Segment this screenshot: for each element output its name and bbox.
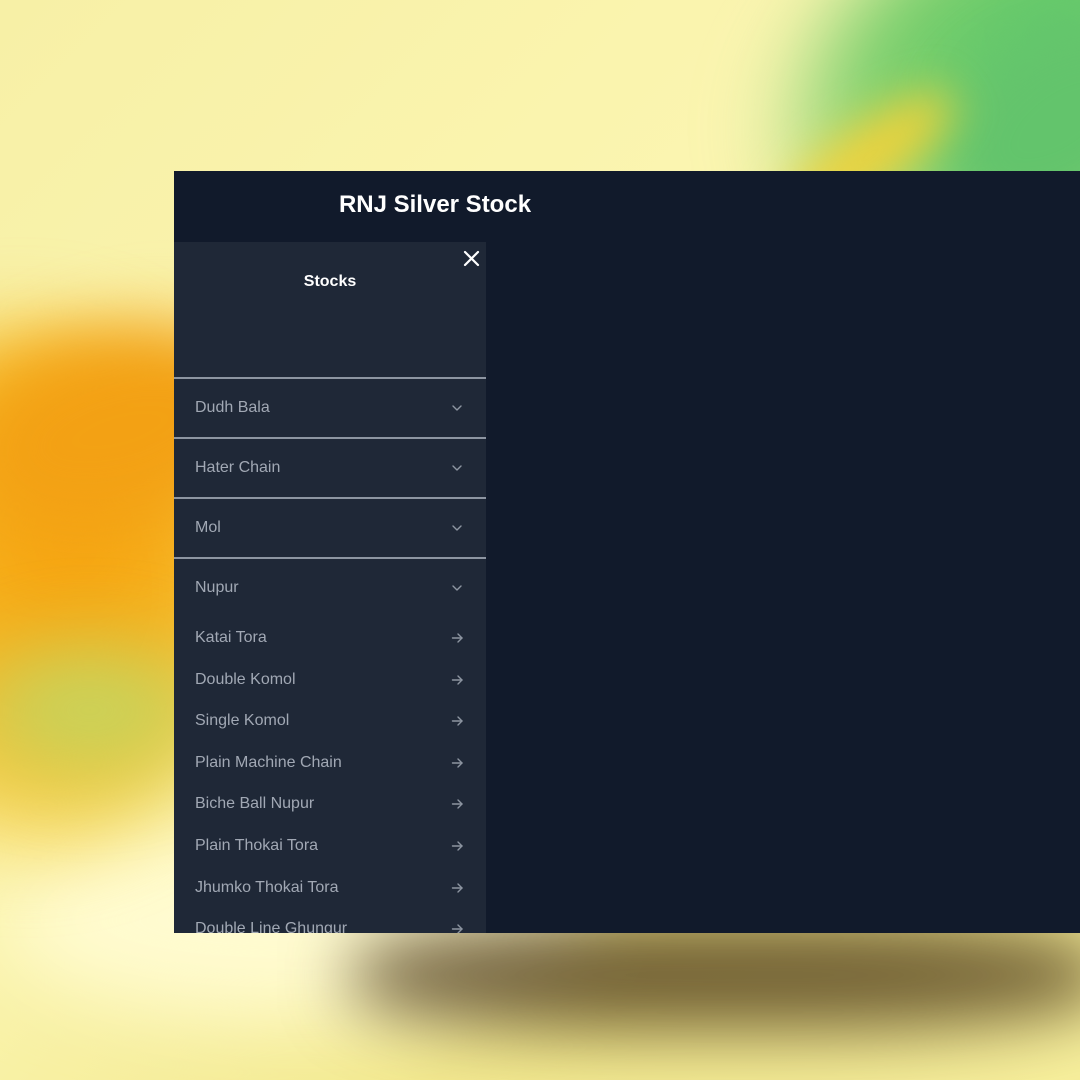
close-button[interactable] bbox=[459, 246, 483, 270]
sidebar-item-label: Katai Tora bbox=[195, 629, 267, 646]
sidebar-item-label: Plain Machine Chain bbox=[195, 753, 342, 771]
arrow-right-icon bbox=[450, 797, 464, 811]
sidebar-item-single-komol[interactable]: Single Komol bbox=[174, 701, 486, 741]
sidebar-heading: Stocks bbox=[303, 273, 357, 290]
arrow-right-icon bbox=[450, 673, 464, 687]
sidebar-category-hater-chain[interactable]: Hater Chain bbox=[174, 439, 486, 497]
chevron-down-icon bbox=[450, 461, 464, 475]
sidebar-category-nupur[interactable]: Nupur bbox=[174, 559, 486, 617]
chevron-down-icon bbox=[450, 521, 464, 535]
app-header: RNJ Silver Stock bbox=[174, 171, 1080, 242]
arrow-right-icon bbox=[450, 756, 464, 770]
arrow-right-icon bbox=[450, 631, 464, 645]
sidebar-item-katai-tora[interactable]: Katai Tora bbox=[174, 618, 486, 658]
sidebar-category-dudh-bala[interactable]: Dudh Bala bbox=[174, 379, 486, 437]
sidebar-item-jhumko-thokai-tora[interactable]: Jhumko Thokai Tora bbox=[174, 868, 486, 908]
sidebar-item-double-komol[interactable]: Double Komol bbox=[174, 660, 486, 700]
chevron-down-icon bbox=[450, 401, 464, 415]
arrow-right-icon bbox=[450, 881, 464, 895]
sidebar-item-double-line-ghungur[interactable]: Double Line Ghungur bbox=[174, 909, 486, 933]
sidebar-item-plain-machine-chain[interactable]: Plain Machine Chain bbox=[174, 743, 486, 783]
arrow-right-icon bbox=[450, 714, 464, 728]
window-shadow bbox=[350, 920, 1080, 1030]
chevron-down-icon bbox=[450, 581, 464, 595]
sidebar-item-plain-thokai-tora[interactable]: Plain Thokai Tora bbox=[174, 826, 486, 866]
sidebar-item-biche-ball-nupur[interactable]: Biche Ball Nupur bbox=[174, 784, 486, 824]
sidebar-category-mol[interactable]: Mol bbox=[174, 499, 486, 557]
category-label: Hater Chain bbox=[195, 459, 281, 476]
sidebar-item-label: Single Komol bbox=[195, 712, 290, 730]
sidebar-item-label: Jhumko Thokai Tora bbox=[195, 878, 339, 896]
category-label: Nupur bbox=[195, 579, 239, 596]
category-label: Mol bbox=[195, 519, 221, 536]
app-window: RNJ Silver Stock Stocks Dudh Bala Hater C… bbox=[174, 171, 1080, 933]
sidebar-item-label: Double Line Ghungur bbox=[195, 920, 348, 933]
sidebar-item-label: Plain Thokai Tora bbox=[195, 837, 319, 854]
stocks-sidebar: Stocks Dudh Bala Hater Chain Mol Nupur Kata… bbox=[174, 242, 486, 933]
arrow-right-icon bbox=[450, 922, 464, 933]
category-label: Dudh Bala bbox=[195, 399, 270, 416]
close-icon bbox=[463, 250, 479, 266]
app-title: RNJ Silver Stock bbox=[338, 191, 532, 218]
arrow-right-icon bbox=[450, 839, 464, 853]
sidebar-item-label: Double Komol bbox=[195, 670, 296, 688]
sidebar-item-label: Biche Ball Nupur bbox=[195, 795, 315, 813]
